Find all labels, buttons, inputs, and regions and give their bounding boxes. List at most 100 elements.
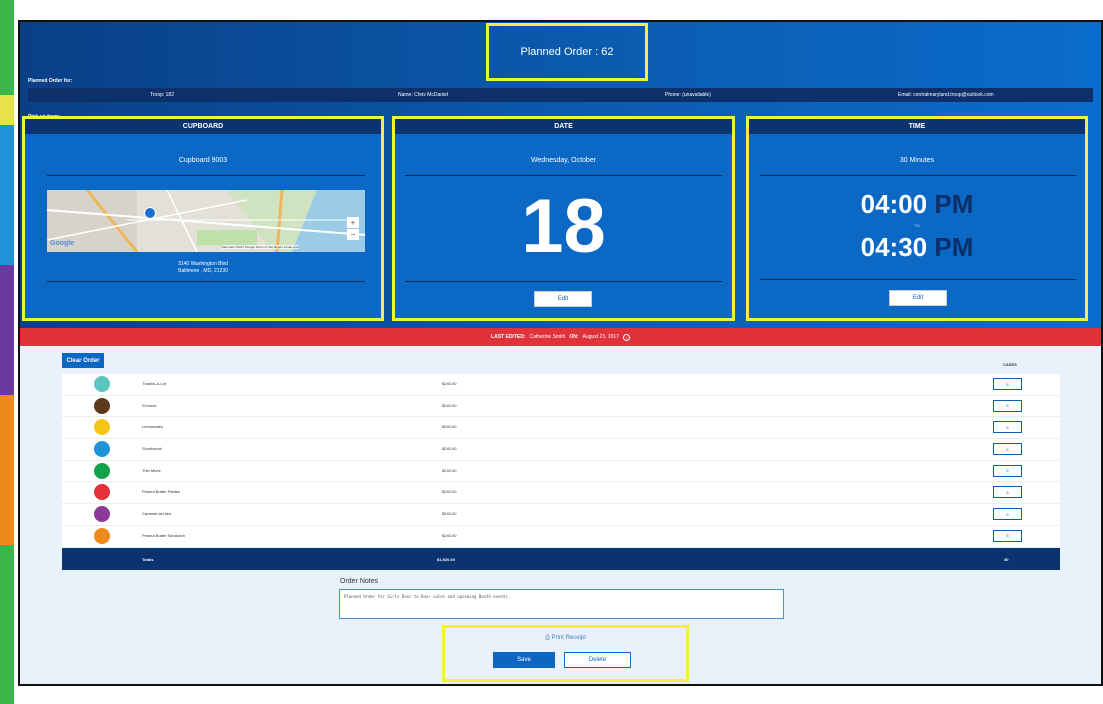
cookie-color-swatch bbox=[94, 527, 110, 544]
totals-row: Totals $1,920.00 40 bbox=[62, 547, 1060, 570]
totals-qty: 40 bbox=[1004, 556, 1009, 562]
date-day-number: 18 bbox=[521, 184, 606, 269]
totals-price: $1,920.00 bbox=[437, 556, 455, 562]
zoom-out-button[interactable]: − bbox=[347, 229, 359, 240]
item-price: $240.00 bbox=[442, 532, 457, 538]
item-name: Peanut Butter Patties bbox=[142, 489, 180, 495]
item-quantity-input[interactable]: 5 bbox=[993, 443, 1022, 456]
divider bbox=[405, 175, 722, 176]
address-line-1: 3140 Washington Blvd bbox=[178, 261, 228, 267]
zoom-in-button[interactable]: + bbox=[347, 217, 359, 228]
divider bbox=[760, 175, 1076, 176]
cookie-color-swatch bbox=[94, 484, 110, 501]
item-quantity-input[interactable]: 5 bbox=[993, 464, 1022, 477]
cupboard-map[interactable]: Google Map data ©2017 Google Terms of Us… bbox=[47, 190, 365, 252]
table-row: Caramel deLites $240.00 5 bbox=[62, 504, 1060, 526]
time-to-label: TO bbox=[914, 223, 920, 228]
last-edited-banner: LAST EDITED: Catherine Smith ON: August … bbox=[20, 328, 1101, 346]
totals-label: Totals bbox=[142, 556, 154, 562]
cookie-color-swatch bbox=[94, 419, 110, 436]
item-quantity-input[interactable]: 5 bbox=[993, 486, 1022, 499]
contact-email: Email: centralmaryland.troop@outlook.com bbox=[898, 92, 994, 98]
divider bbox=[760, 279, 1076, 280]
cupboard-address: 3140 Washington Blvd Baltimore , MD, 212… bbox=[25, 261, 381, 275]
print-receipt-link[interactable]: ⎙ Print Receipt bbox=[445, 635, 686, 642]
item-price: $240.00 bbox=[442, 424, 457, 430]
item-name: Thanks-A-Lot bbox=[142, 381, 167, 386]
time-panel: TIME 30 Minutes 04:00 PM TO 04:30 PM Edi… bbox=[746, 116, 1088, 321]
page-title: Planned Order : 62 bbox=[486, 23, 648, 81]
contact-name: Name: Chris McDaniel bbox=[398, 92, 449, 98]
item-name: Peanut Butter Sandwich bbox=[142, 532, 185, 538]
action-area: ⎙ Print Receipt Save Delete bbox=[442, 625, 689, 682]
item-name: Caramel deLites bbox=[142, 511, 172, 517]
cookie-color-swatch bbox=[94, 462, 110, 479]
end-time: 04:30 PM bbox=[749, 232, 1085, 263]
table-row: Peanut Butter Sandwich $240.00 5 bbox=[62, 525, 1060, 548]
cookie-color-swatch bbox=[94, 506, 110, 523]
item-quantity-input[interactable]: 5 bbox=[993, 529, 1022, 542]
item-price: $240.00 bbox=[442, 446, 457, 452]
item-name: Lemonades bbox=[142, 424, 163, 430]
side-color-strip bbox=[0, 0, 14, 704]
cupboard-panel: CUPBOARD Cupboard 9003 Google Map data ©… bbox=[22, 116, 384, 321]
clear-order-button[interactable]: Clear Order bbox=[62, 353, 104, 368]
order-items: Thanks-A-Lot $240.00 5 S'mores $240.00 5 Lemon… bbox=[62, 374, 1060, 548]
address-line-2: Baltimore , MD, 21230 bbox=[178, 268, 228, 274]
cupboard-name: Cupboard 9003 bbox=[178, 157, 228, 164]
item-name: Shortbread bbox=[142, 446, 162, 452]
cookie-color-swatch bbox=[94, 376, 110, 392]
print-receipt-label: Print Receipt bbox=[551, 635, 586, 641]
map-graphic bbox=[47, 190, 365, 252]
date-weekday-month: Wednesday, October bbox=[530, 157, 597, 164]
order-for-label: Planned Order for: bbox=[28, 78, 73, 84]
map-pin-icon[interactable] bbox=[144, 207, 156, 219]
date-heading: DATE bbox=[395, 119, 732, 134]
printer-icon: ⎙ bbox=[545, 635, 550, 641]
table-row: Thin Mints $240.00 5 bbox=[62, 460, 1060, 483]
time-heading: TIME bbox=[749, 119, 1085, 134]
contact-phone: Phone: (unavailable) bbox=[665, 92, 711, 98]
item-price: $240.00 bbox=[442, 381, 457, 386]
last-edited-date: August 23, 2017 bbox=[582, 334, 619, 340]
item-quantity-input[interactable]: 5 bbox=[993, 508, 1022, 521]
cases-column-header: CASES bbox=[1003, 362, 1017, 367]
order-info-bar: Troop: 182 Name: Chris McDaniel Phone: (… bbox=[28, 88, 1093, 102]
map-logo: Google bbox=[50, 240, 75, 247]
item-quantity-input[interactable]: 5 bbox=[993, 378, 1022, 390]
item-quantity-input[interactable]: 5 bbox=[993, 421, 1022, 434]
start-time: 04:00 PM bbox=[749, 189, 1085, 220]
table-row: Lemonades $240.00 5 bbox=[62, 417, 1060, 440]
item-quantity-input[interactable]: 5 bbox=[993, 399, 1022, 412]
end-time-ampm: PM bbox=[934, 232, 974, 262]
table-row: Peanut Butter Patties $240.00 5 bbox=[62, 482, 1060, 505]
start-time-ampm: PM bbox=[934, 189, 974, 219]
last-edited-by: Catherine Smith bbox=[529, 334, 566, 340]
cookie-color-swatch bbox=[94, 397, 110, 414]
table-row: Shortbread $240.00 5 bbox=[62, 439, 1060, 461]
item-price: $240.00 bbox=[442, 467, 457, 473]
divider bbox=[47, 175, 365, 176]
divider bbox=[405, 281, 722, 282]
item-price: $240.00 bbox=[442, 511, 457, 517]
info-icon[interactable]: i bbox=[622, 333, 630, 341]
item-name: Thin Mints bbox=[142, 467, 161, 473]
last-edited-label: LAST EDITED: bbox=[491, 334, 526, 340]
last-edited-on-label: ON: bbox=[569, 334, 579, 340]
app-window: Planned Order : 62 Planned Order for: Tr… bbox=[18, 20, 1103, 686]
troop-info: Troop: 182 bbox=[150, 92, 174, 98]
item-name: S'mores bbox=[142, 402, 157, 408]
order-table: Thanks-A-Lot $240.00 5 S'mores $240.00 5 Lemon… bbox=[62, 374, 1060, 570]
cookie-color-swatch bbox=[94, 441, 110, 458]
order-notes-textarea[interactable]: Planned Order for Girls Door to Door sal… bbox=[339, 589, 784, 619]
time-duration: 30 Minutes bbox=[899, 157, 935, 164]
delete-button[interactable]: Delete bbox=[564, 652, 631, 668]
save-button[interactable]: Save bbox=[493, 652, 555, 668]
map-attribution: Map data ©2017 Google Terms of Use Repor… bbox=[222, 245, 300, 249]
item-price: $240.00 bbox=[442, 402, 457, 408]
edit-date-button[interactable]: Edit bbox=[534, 291, 592, 307]
table-row: Thanks-A-Lot $240.00 5 bbox=[62, 374, 1060, 396]
end-time-value: 04:30 bbox=[860, 232, 928, 262]
order-header-area: Planned Order : 62 Planned Order for: Tr… bbox=[20, 22, 1101, 329]
edit-time-button[interactable]: Edit bbox=[889, 290, 947, 306]
